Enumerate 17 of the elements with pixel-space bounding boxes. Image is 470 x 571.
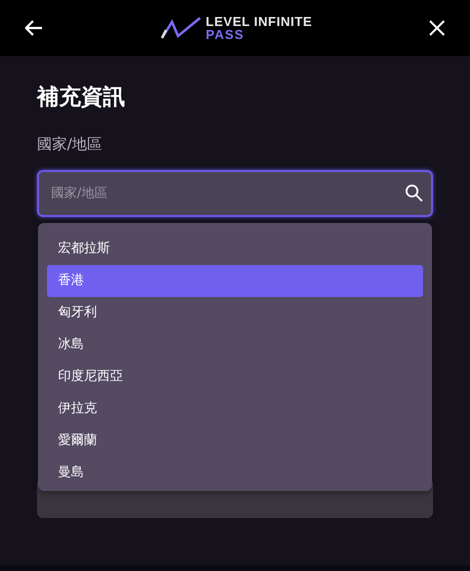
field-label: 國家/地區	[37, 134, 104, 154]
dropdown-option[interactable]: 冰島	[47, 329, 423, 361]
logo-icon	[160, 16, 202, 40]
dropdown-option[interactable]: 宏都拉斯	[47, 233, 423, 265]
dropdown-option[interactable]: 匈牙利	[47, 297, 423, 329]
dropdown-option[interactable]: 愛爾蘭	[47, 425, 423, 457]
page-title: 補充資訊	[37, 84, 126, 112]
dropdown-option[interactable]: 伊拉克	[47, 393, 423, 425]
close-icon[interactable]	[429, 20, 445, 36]
logo-title: LEVEL INFINITE	[206, 15, 312, 28]
search-icon[interactable]	[405, 184, 423, 202]
logo-subtitle: PASS	[206, 28, 246, 41]
dropdown-option[interactable]: 曼島	[47, 457, 423, 489]
search-field[interactable]: 國家/地區	[37, 170, 433, 217]
back-icon[interactable]	[25, 20, 43, 36]
dropdown-option[interactable]: 印度尼西亞	[47, 361, 423, 393]
dropdown-option[interactable]: 香港	[47, 265, 423, 297]
